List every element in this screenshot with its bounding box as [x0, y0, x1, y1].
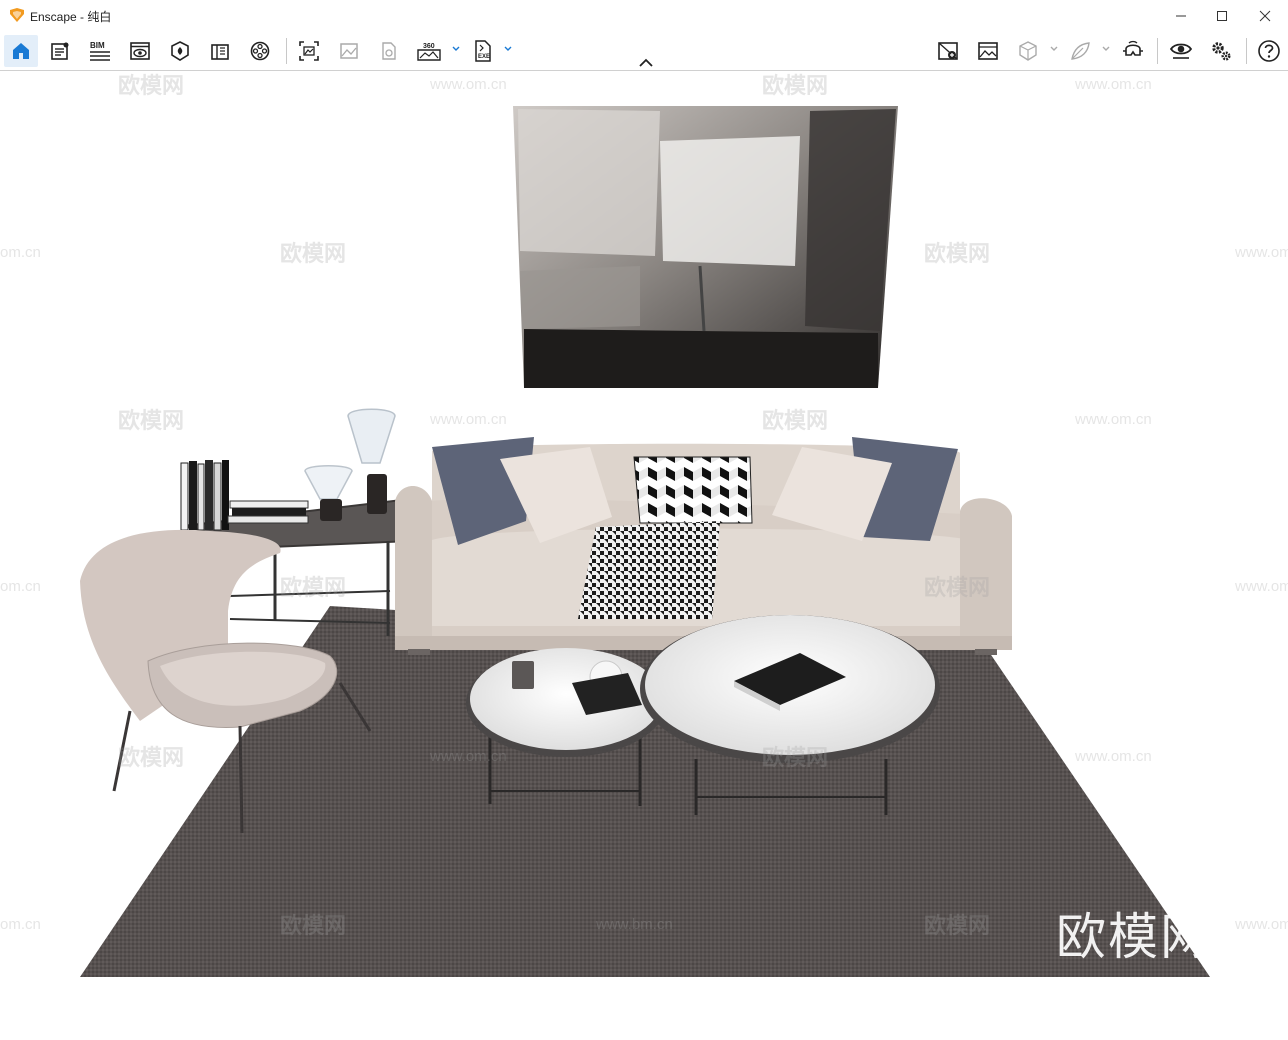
maximize-button[interactable] — [1199, 0, 1245, 32]
upload-button[interactable] — [372, 35, 406, 67]
asset-library-icon — [211, 44, 229, 60]
svg-text:www.om.cn: www.om.cn — [1234, 244, 1288, 261]
toolbar-separator — [1157, 38, 1158, 64]
batch-render-icon — [340, 43, 358, 59]
abstract-painting — [513, 106, 898, 388]
visibility-view-button[interactable] — [123, 35, 157, 67]
close-icon — [1259, 10, 1271, 22]
view-management-icon — [938, 42, 958, 60]
home-button[interactable] — [4, 35, 38, 67]
brand-watermark: 欧模网 — [1056, 908, 1212, 966]
svg-text:www.om.cn: www.om.cn — [1074, 76, 1152, 93]
live-update-button[interactable] — [1164, 35, 1198, 67]
asset-library-button[interactable] — [203, 35, 237, 67]
sync-views-icon — [1019, 41, 1037, 61]
chevron-down-icon[interactable] — [1049, 44, 1059, 54]
sync-views-button[interactable] — [1011, 35, 1045, 67]
table-lamp-tall — [347, 408, 396, 514]
video-editor-button[interactable] — [243, 35, 277, 67]
visibility-view-icon — [130, 42, 150, 60]
scene-render: 欧模网 欧模网 www.om.cn www.om.cn om.cn 欧模网 欧模… — [0, 73, 1288, 977]
home-icon — [13, 43, 29, 59]
toolbar-separator — [286, 38, 287, 64]
svg-text:欧模网: 欧模网 — [762, 408, 828, 433]
maximize-icon — [1217, 11, 1227, 21]
toolbar-separator — [1246, 38, 1247, 64]
svg-text:欧模网: 欧模网 — [280, 913, 346, 938]
help-button[interactable] — [1252, 35, 1286, 67]
svg-text:欧模网: 欧模网 — [118, 745, 184, 770]
panorama-360-icon: 360 — [417, 43, 441, 61]
svg-text:欧模网: 欧模网 — [762, 73, 828, 98]
svg-text:欧模网: 欧模网 — [924, 913, 990, 938]
video-editor-icon — [250, 41, 270, 61]
material-sync-button[interactable] — [1063, 35, 1097, 67]
export-exe-icon: EXE — [475, 40, 491, 62]
svg-text:360: 360 — [423, 43, 435, 50]
title-bar: Enscape - 纯白 — [0, 0, 1288, 33]
screenshot-button[interactable] — [292, 35, 326, 67]
svg-text:www.om.cn: www.om.cn — [429, 76, 507, 93]
minimize-icon — [1176, 15, 1186, 17]
batch-render-button[interactable] — [332, 35, 366, 67]
svg-text:om.cn: om.cn — [0, 578, 41, 595]
svg-text:www.om.cn: www.om.cn — [1074, 748, 1152, 765]
svg-text:om.cn: om.cn — [0, 916, 41, 933]
material-editor-icon — [171, 41, 189, 61]
svg-text:欧模网: 欧模网 — [924, 241, 990, 266]
svg-text:www.om.cn: www.om.cn — [1074, 411, 1152, 428]
upload-icon — [382, 42, 396, 60]
general-settings-icon — [1212, 42, 1231, 61]
vr-headset-icon — [1123, 40, 1143, 56]
live-update-icon — [1169, 43, 1193, 59]
visual-settings-button[interactable] — [971, 35, 1005, 67]
visual-settings-icon — [978, 42, 998, 60]
pillow-geometric — [633, 456, 753, 524]
houndstooth-throw — [578, 521, 720, 619]
panorama-360-button[interactable]: 360 — [412, 35, 446, 67]
svg-text:om.cn: om.cn — [0, 244, 41, 261]
svg-text:www.om.cn: www.om.cn — [429, 748, 507, 765]
general-settings-button[interactable] — [1204, 35, 1238, 67]
minimize-button[interactable] — [1158, 0, 1204, 32]
bim-button[interactable]: BIM — [83, 35, 117, 67]
chevron-down-icon[interactable] — [1101, 44, 1111, 54]
svg-text:EXE: EXE — [478, 54, 490, 60]
svg-text:欧模网: 欧模网 — [280, 575, 346, 600]
help-icon — [1258, 40, 1280, 62]
material-editor-button[interactable] — [163, 35, 197, 67]
enscape-logo-icon — [10, 8, 24, 22]
vr-headset-button[interactable] — [1116, 35, 1150, 67]
screenshot-icon — [299, 41, 319, 61]
svg-text:www.bm.cn: www.bm.cn — [595, 916, 673, 933]
material-sync-icon — [1071, 42, 1090, 60]
bim-icon: BIM — [90, 41, 110, 61]
svg-text:欧模网: 欧模网 — [118, 73, 184, 98]
svg-text:www.om.cn: www.om.cn — [1234, 578, 1288, 595]
render-viewport[interactable]: 欧模网 欧模网 www.om.cn www.om.cn om.cn 欧模网 欧模… — [0, 71, 1288, 1040]
collapse-toolbar-chevron-up-icon[interactable] — [636, 56, 656, 70]
window-title: Enscape - 纯白 — [30, 10, 112, 24]
svg-text:www.om.cn: www.om.cn — [1234, 916, 1288, 933]
view-management-button[interactable] — [931, 35, 965, 67]
svg-text:BIM: BIM — [90, 41, 105, 50]
export-exe-button[interactable]: EXE — [466, 35, 500, 67]
svg-text:欧模网: 欧模网 — [924, 575, 990, 600]
svg-text:欧模网: 欧模网 — [762, 745, 828, 770]
close-button[interactable] — [1242, 0, 1288, 32]
chevron-down-icon[interactable] — [503, 44, 513, 54]
settings-list-icon — [51, 42, 69, 60]
svg-text:www.om.cn: www.om.cn — [429, 411, 507, 428]
settings-list-button[interactable] — [43, 35, 77, 67]
books-stack — [180, 460, 309, 531]
svg-text:欧模网: 欧模网 — [280, 241, 346, 266]
svg-text:欧模网: 欧模网 — [118, 408, 184, 433]
chevron-down-icon[interactable] — [451, 44, 461, 54]
